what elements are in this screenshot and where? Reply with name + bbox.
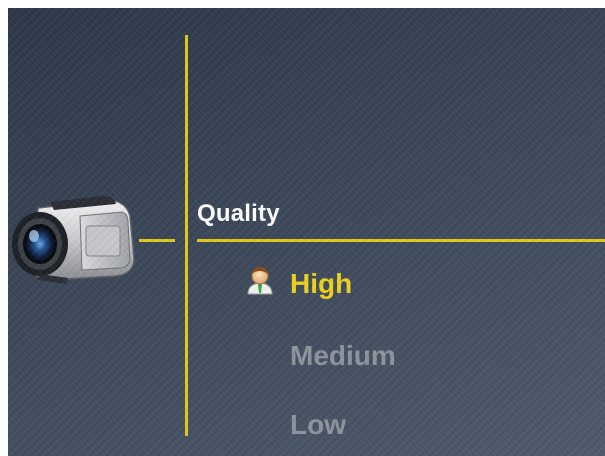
menu-vertical-divider (185, 35, 188, 436)
camcorder-icon (12, 196, 135, 284)
category-label: Quality (197, 200, 280, 227)
option-low[interactable]: Low (290, 409, 346, 441)
option-high[interactable]: High (290, 268, 352, 300)
option-medium[interactable]: Medium (290, 340, 396, 372)
quality-menu-screen: Quality High Medium Low (8, 8, 605, 456)
category-underline (197, 239, 605, 242)
category-connector-line (139, 239, 175, 242)
user-icon (247, 267, 273, 295)
